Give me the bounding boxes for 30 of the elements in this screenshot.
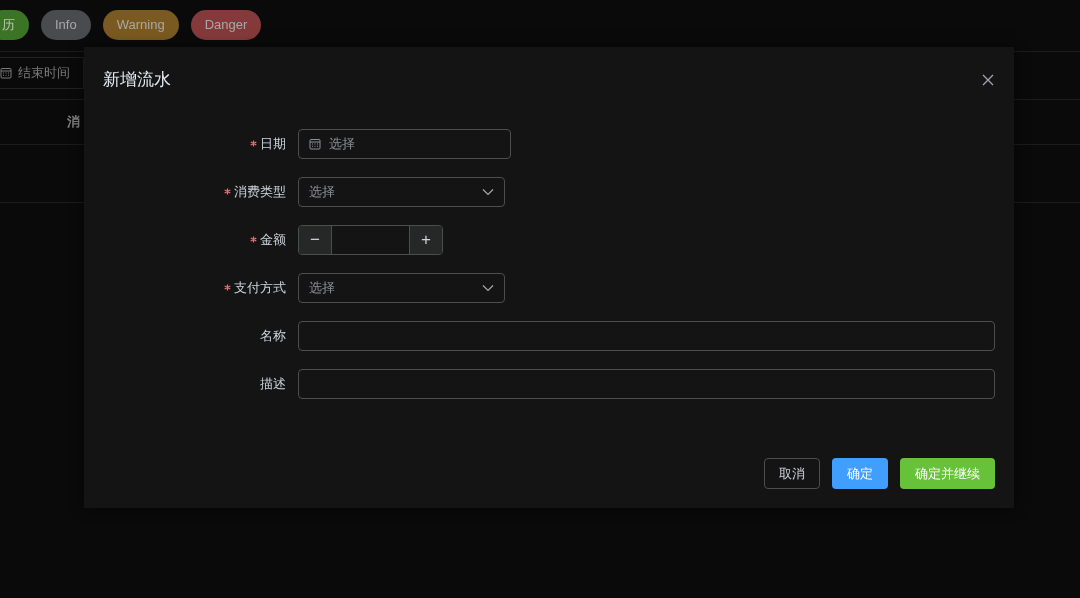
placeholder-text: 选择 bbox=[309, 278, 335, 297]
chevron-down-icon bbox=[482, 283, 494, 292]
button[interactable]: 取消 bbox=[764, 458, 820, 489]
date-field[interactable]: 选择 bbox=[298, 128, 511, 159]
field-label: 描述 bbox=[260, 374, 286, 393]
select-field[interactable]: 选择 bbox=[298, 272, 505, 303]
placeholder-text: 选择 bbox=[329, 134, 355, 153]
decrement-button[interactable]: − bbox=[299, 225, 331, 254]
placeholder-text: 结束时间 bbox=[18, 64, 70, 83]
increment-button[interactable]: + bbox=[410, 225, 442, 254]
placeholder-text: 选择 bbox=[309, 182, 335, 201]
button[interactable]: 历 bbox=[0, 10, 29, 40]
select-field[interactable]: 选择 bbox=[298, 176, 505, 207]
field-label: 消费类型 bbox=[234, 182, 286, 201]
input-field[interactable] bbox=[298, 368, 995, 399]
input-field[interactable] bbox=[298, 320, 995, 351]
column-header: 消 bbox=[67, 113, 80, 132]
chevron-down-icon bbox=[482, 187, 494, 196]
button[interactable]: Danger bbox=[190, 10, 262, 40]
calendar-icon bbox=[0, 67, 12, 79]
dialog-title: 新增流水 bbox=[103, 69, 171, 91]
field-label: 日期 bbox=[260, 134, 286, 153]
close-button[interactable] bbox=[982, 73, 994, 86]
number-field[interactable]: − + bbox=[298, 224, 443, 255]
field-label: 名称 bbox=[260, 326, 286, 345]
calendar-icon bbox=[309, 137, 321, 150]
button[interactable]: Info bbox=[41, 10, 91, 40]
field-label: 金额 bbox=[260, 230, 286, 249]
date-range-field[interactable]: 结束时间 bbox=[0, 57, 84, 89]
field-label: 支付方式 bbox=[234, 278, 286, 297]
